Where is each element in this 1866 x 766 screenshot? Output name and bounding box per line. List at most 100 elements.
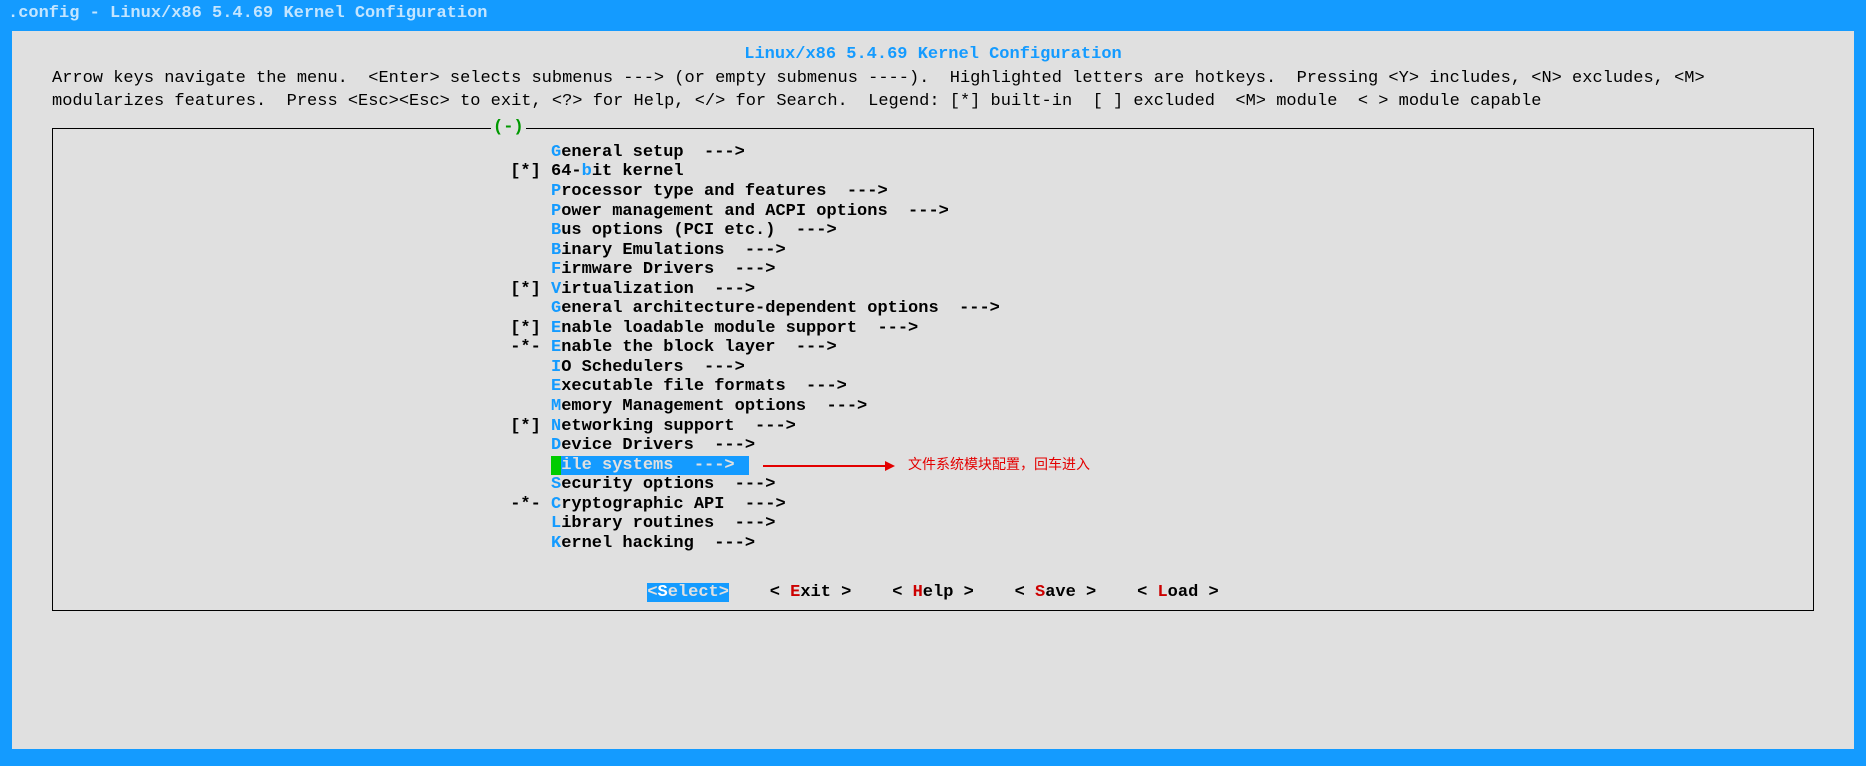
menu-item-label: Executable file formats ---> bbox=[551, 377, 851, 397]
menu-item-prefix bbox=[53, 475, 551, 495]
hotkey-letter: F bbox=[551, 260, 561, 279]
menu-item[interactable]: Device Drivers ---> bbox=[53, 436, 1813, 456]
menu-item[interactable]: Library routines ---> bbox=[53, 514, 1813, 534]
menu-item-label: Enable the block layer ---> bbox=[551, 338, 841, 358]
menu-item-prefix bbox=[53, 534, 551, 554]
menu-list[interactable]: General setup --->[*] 64-bit kernel Proc… bbox=[53, 141, 1813, 577]
menu-item-prefix bbox=[53, 397, 551, 417]
hotkey-letter: B bbox=[551, 241, 561, 260]
hotkey-letter: M bbox=[551, 397, 561, 416]
menu-item[interactable]: [*] Networking support ---> bbox=[53, 417, 1813, 437]
titlebar: .config - Linux/x86 5.4.69 Kernel Config… bbox=[0, 0, 1866, 31]
window-frame: .config - Linux/x86 5.4.69 Kernel Config… bbox=[0, 0, 1866, 766]
menu-item-label: General setup ---> bbox=[551, 143, 749, 163]
menu-item-label: Library routines ---> bbox=[551, 514, 779, 534]
menu-item-prefix bbox=[53, 182, 551, 202]
hotkey-letter: B bbox=[551, 221, 561, 240]
menu-item[interactable]: Processor type and features ---> bbox=[53, 182, 1813, 202]
help-text: Arrow keys navigate the menu. <Enter> se… bbox=[24, 64, 1842, 128]
menu-item[interactable]: -*- Cryptographic API ---> bbox=[53, 495, 1813, 515]
hotkey-letter: P bbox=[551, 182, 561, 201]
menu-item-label: Kernel hacking ---> bbox=[551, 534, 759, 554]
menu-item-prefix bbox=[53, 358, 551, 378]
select-button[interactable]: <Select> bbox=[647, 583, 729, 602]
menu-item[interactable]: Firmware Drivers ---> bbox=[53, 260, 1813, 280]
menu-item-prefix: [*] bbox=[53, 417, 551, 437]
hotkey-letter: V bbox=[551, 280, 561, 299]
menu-item-label: IO Schedulers ---> bbox=[551, 358, 749, 378]
hotkey-letter: K bbox=[551, 534, 561, 553]
hotkey-letter: E bbox=[551, 338, 561, 357]
menu-item-prefix bbox=[53, 514, 551, 534]
hotkey-letter: P bbox=[551, 202, 561, 221]
menu-item-label: General architecture-dependent options -… bbox=[551, 299, 1004, 319]
help-line-2: modularizes features. Press <Esc><Esc> t… bbox=[52, 92, 1541, 111]
menu-item-label: Memory Management options ---> bbox=[551, 397, 871, 417]
menu-item[interactable]: -*- Enable the block layer ---> bbox=[53, 338, 1813, 358]
hotkey-letter: N bbox=[551, 417, 561, 436]
menu-item-label: File systems ---> bbox=[551, 456, 749, 476]
menu-item-prefix: [*] bbox=[53, 319, 551, 339]
hotkey-letter: D bbox=[551, 436, 561, 455]
menu-item[interactable]: File systems ---> 文件系统模块配置，回车进入 bbox=[53, 456, 1813, 476]
save-button[interactable]: < Save > bbox=[1015, 583, 1097, 602]
menu-item[interactable]: [*] 64-bit kernel bbox=[53, 162, 1813, 182]
menu-item-label: Virtualization ---> bbox=[551, 280, 759, 300]
menu-item-prefix: -*- bbox=[53, 495, 551, 515]
help-button[interactable]: < Help > bbox=[892, 583, 974, 602]
menu-item-prefix bbox=[53, 377, 551, 397]
button-bar: <Select> < Exit > < Help > < Save > < Lo… bbox=[52, 577, 1814, 611]
hotkey-letter: G bbox=[551, 143, 561, 162]
hotkey-letter: I bbox=[551, 358, 561, 377]
hotkey-letter: E bbox=[551, 377, 561, 396]
menu-item-prefix bbox=[53, 299, 551, 319]
menu-item-prefix bbox=[53, 241, 551, 261]
content-area: Linux/x86 5.4.69 Kernel Configuration Ar… bbox=[12, 31, 1854, 749]
menu-item[interactable]: IO Schedulers ---> bbox=[53, 358, 1813, 378]
menu-item-prefix bbox=[53, 260, 551, 280]
menu-item-label: Binary Emulations ---> bbox=[551, 241, 790, 261]
hotkey-letter: L bbox=[551, 514, 561, 533]
menu-item-label: Bus options (PCI etc.) ---> bbox=[551, 221, 841, 241]
hotkey-letter: F bbox=[551, 456, 561, 475]
menu-item-prefix bbox=[53, 456, 551, 476]
menu-item-prefix bbox=[53, 143, 551, 163]
annotation-text: 文件系统模块配置，回车进入 bbox=[908, 456, 1090, 472]
menu-item-label: 64-bit kernel bbox=[551, 162, 688, 182]
menu-item-label: Security options ---> bbox=[551, 475, 779, 495]
menu-frame: (-) General setup --->[*] 64-bit kernel … bbox=[52, 128, 1814, 577]
menu-item-prefix bbox=[53, 221, 551, 241]
menu-item[interactable]: Power management and ACPI options ---> bbox=[53, 202, 1813, 222]
menu-item[interactable]: [*] Virtualization ---> bbox=[53, 280, 1813, 300]
menu-item-label: Device Drivers ---> bbox=[551, 436, 759, 456]
hotkey-letter: S bbox=[551, 475, 561, 494]
menu-item-label: Firmware Drivers ---> bbox=[551, 260, 779, 280]
load-button[interactable]: < Load > bbox=[1137, 583, 1219, 602]
menu-item-prefix: -*- bbox=[53, 338, 551, 358]
menu-item-label: Enable loadable module support ---> bbox=[551, 319, 922, 339]
menu-item[interactable]: Binary Emulations ---> bbox=[53, 241, 1813, 261]
menu-item-label: Cryptographic API ---> bbox=[551, 495, 790, 515]
help-line-1: Arrow keys navigate the menu. <Enter> se… bbox=[52, 69, 1705, 88]
menu-item-prefix: [*] bbox=[53, 162, 551, 182]
menu-item[interactable]: Memory Management options ---> bbox=[53, 397, 1813, 417]
menu-item[interactable]: Kernel hacking ---> bbox=[53, 534, 1813, 554]
menu-item[interactable]: Executable file formats ---> bbox=[53, 377, 1813, 397]
menu-item-label: Networking support ---> bbox=[551, 417, 800, 437]
menu-item-prefix bbox=[53, 436, 551, 456]
menu-item[interactable]: Bus options (PCI etc.) ---> bbox=[53, 221, 1813, 241]
menu-item-prefix bbox=[53, 202, 551, 222]
menu-item-label: Power management and ACPI options ---> bbox=[551, 202, 953, 222]
menu-item[interactable]: Security options ---> bbox=[53, 475, 1813, 495]
exit-button[interactable]: < Exit > bbox=[770, 583, 852, 602]
hotkey-letter: E bbox=[551, 319, 561, 338]
menu-item[interactable]: General setup ---> bbox=[53, 143, 1813, 163]
scroll-up-indicator: (-) bbox=[491, 118, 526, 137]
menu-item-prefix: [*] bbox=[53, 280, 551, 300]
annotation-arrow-icon bbox=[763, 465, 893, 467]
menu-item[interactable]: General architecture-dependent options -… bbox=[53, 299, 1813, 319]
menu-item[interactable]: [*] Enable loadable module support ---> bbox=[53, 319, 1813, 339]
dialog-title: Linux/x86 5.4.69 Kernel Configuration bbox=[24, 45, 1842, 64]
hotkey-letter: C bbox=[551, 495, 561, 514]
hotkey-letter: G bbox=[551, 299, 561, 318]
